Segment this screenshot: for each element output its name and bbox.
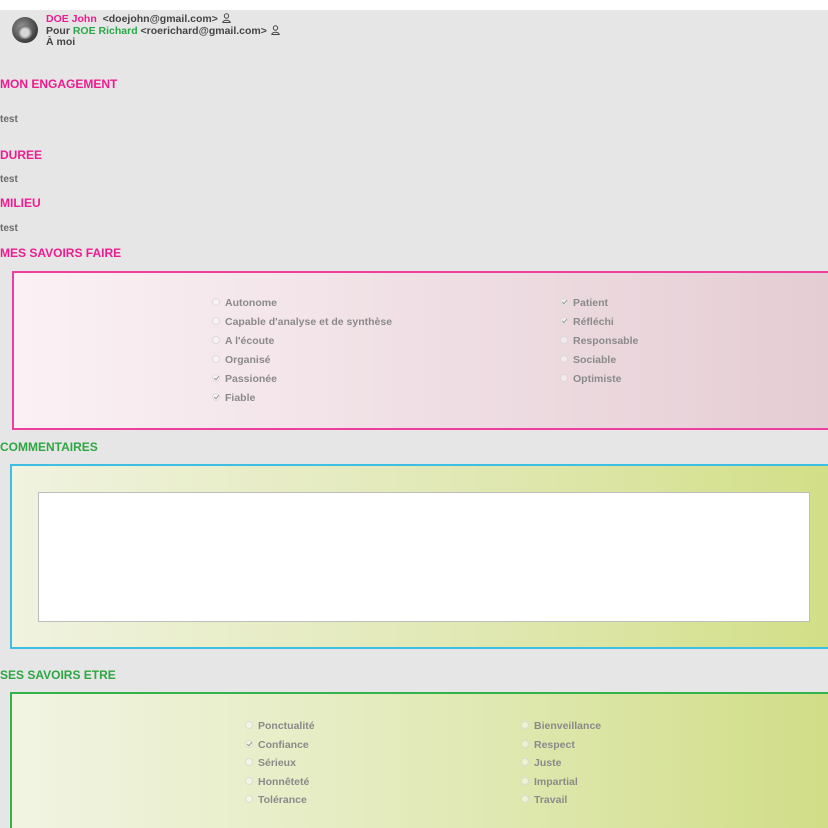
sender-name[interactable]: DOE John: [46, 13, 97, 25]
checkbox[interactable]: [560, 336, 568, 344]
milieu-title: MILIEU: [0, 196, 41, 210]
contact-icon[interactable]: [271, 25, 280, 35]
savoirs-faire-option[interactable]: Fiable: [212, 390, 255, 406]
checkbox[interactable]: [212, 393, 220, 401]
checkbox[interactable]: [521, 758, 529, 766]
savoirs-etre-option[interactable]: Travail: [521, 792, 567, 808]
email-header: DOE John <doejohn@gmail.com> Pour ROE Ri…: [12, 13, 412, 53]
checkbox[interactable]: [245, 795, 253, 803]
checkbox-label: Honnêteté: [258, 775, 310, 788]
duree-title: DUREE: [0, 148, 43, 162]
checkbox-label: Juste: [534, 757, 562, 769]
checkbox-label: A l'écoute: [225, 335, 275, 347]
savoirs-etre-option[interactable]: Honnêteté: [245, 774, 309, 790]
savoirs-faire-option[interactable]: Réfléchi: [560, 314, 614, 330]
checkbox[interactable]: [212, 298, 220, 306]
checkbox-label: Fiable: [225, 392, 256, 404]
savoirs-faire-option[interactable]: Passionée: [212, 371, 277, 387]
commentaires-title: COMMENTAIRES: [0, 440, 98, 454]
checkbox-label: Impartial: [534, 775, 578, 788]
checkbox[interactable]: [560, 374, 568, 382]
savoirs-faire-option[interactable]: Autonome: [212, 295, 277, 311]
savoirs-faire-option[interactable]: A l'écoute: [212, 333, 274, 349]
checkbox-label: Sérieux: [258, 757, 296, 769]
checkbox-label: Optimiste: [573, 373, 622, 385]
savoirs-etre-option[interactable]: Ponctualité: [245, 718, 315, 734]
recipient-name[interactable]: ROE Richard: [73, 25, 138, 37]
to-line: Pour ROE Richard <roerichard@gmail.com>: [46, 25, 280, 37]
checkbox-label: Sociable: [573, 354, 617, 366]
commentaires-box: [10, 464, 828, 649]
savoirs-faire-option[interactable]: Capable d'analyse et de synthèse: [212, 314, 392, 330]
savoirs-etre-option[interactable]: Tolérance: [245, 792, 307, 808]
checkbox[interactable]: [521, 721, 529, 729]
checkbox[interactable]: [245, 776, 253, 785]
savoirs-faire-option[interactable]: Patient: [560, 295, 608, 311]
savoirs-faire-option[interactable]: Organisé: [212, 352, 271, 368]
savoirs-etre-option[interactable]: Juste: [521, 755, 561, 771]
checkbox[interactable]: [212, 336, 220, 344]
checkbox-label: Patient: [573, 297, 609, 309]
checkbox-label: Capable d'analyse et de synthèse: [225, 316, 393, 328]
checkbox-label: Organisé: [225, 354, 271, 366]
checkbox-label: Responsable: [573, 335, 639, 347]
from-line: DOE John <doejohn@gmail.com>: [46, 13, 280, 25]
savoirs-etre-option[interactable]: Bienveillance: [521, 718, 601, 734]
checkbox[interactable]: [521, 776, 529, 785]
engagement-title: MON ENGAGEMENT: [0, 77, 118, 91]
recipient-email[interactable]: <roerichard@gmail.com>: [141, 25, 267, 37]
milieu-value: test: [0, 223, 18, 234]
checkbox-label: Bienveillance: [534, 720, 602, 732]
email-meta: DOE John <doejohn@gmail.com> Pour ROE Ri…: [46, 13, 280, 48]
savoirs-faire-option[interactable]: Responsable: [560, 333, 638, 349]
checkbox-label: Autonome: [225, 297, 277, 309]
checkbox-label: Travail: [534, 794, 568, 806]
savoirs-faire-box: Autonome Capable d'analyse et de synthèse…: [12, 271, 828, 430]
savoirs-etre-title: SES SAVOIRS ETRE: [0, 668, 116, 682]
checkbox-label: Passionée: [225, 373, 277, 385]
email-body: DOE John <doejohn@gmail.com> Pour ROE Ri…: [0, 10, 828, 828]
checkbox-label: Ponctualité: [258, 720, 315, 732]
savoirs-etre-box: Ponctualité Confiance Sérieux Honnêteté Tolé…: [10, 692, 828, 828]
savoirs-faire-option[interactable]: Optimiste: [560, 371, 621, 387]
comment-textarea[interactable]: [38, 492, 810, 622]
sender-email[interactable]: <doejohn@gmail.com>: [103, 13, 218, 25]
checkbox[interactable]: [560, 317, 568, 325]
checkbox[interactable]: [245, 721, 253, 729]
cc-line: À moi: [46, 36, 76, 48]
savoirs-faire-option[interactable]: Sociable: [560, 352, 616, 368]
savoirs-etre-option[interactable]: Confiance: [245, 737, 309, 753]
checkbox[interactable]: [560, 355, 568, 363]
checkbox[interactable]: [560, 298, 568, 306]
savoirs-faire-title: MES SAVOIRS FAIRE: [0, 246, 122, 260]
savoirs-etre-option[interactable]: Respect: [521, 737, 575, 753]
checkbox[interactable]: [245, 739, 253, 748]
checkbox[interactable]: [521, 739, 529, 748]
engagement-value: test: [0, 114, 18, 125]
checkbox-label: Confiance: [258, 738, 309, 751]
checkbox[interactable]: [212, 374, 220, 382]
checkbox-label: Tolérance: [258, 794, 307, 806]
checkbox[interactable]: [521, 795, 529, 803]
duree-value: test: [0, 174, 18, 185]
savoirs-etre-option[interactable]: Sérieux: [245, 755, 296, 771]
checkbox[interactable]: [212, 355, 220, 363]
checkbox[interactable]: [245, 758, 253, 766]
contact-icon[interactable]: [222, 13, 231, 23]
checkbox[interactable]: [212, 317, 220, 325]
sender-avatar[interactable]: [12, 17, 38, 43]
savoirs-etre-option[interactable]: Impartial: [521, 774, 578, 790]
checkbox-label: Respect: [534, 738, 575, 751]
checkbox-label: Réfléchi: [573, 316, 614, 328]
